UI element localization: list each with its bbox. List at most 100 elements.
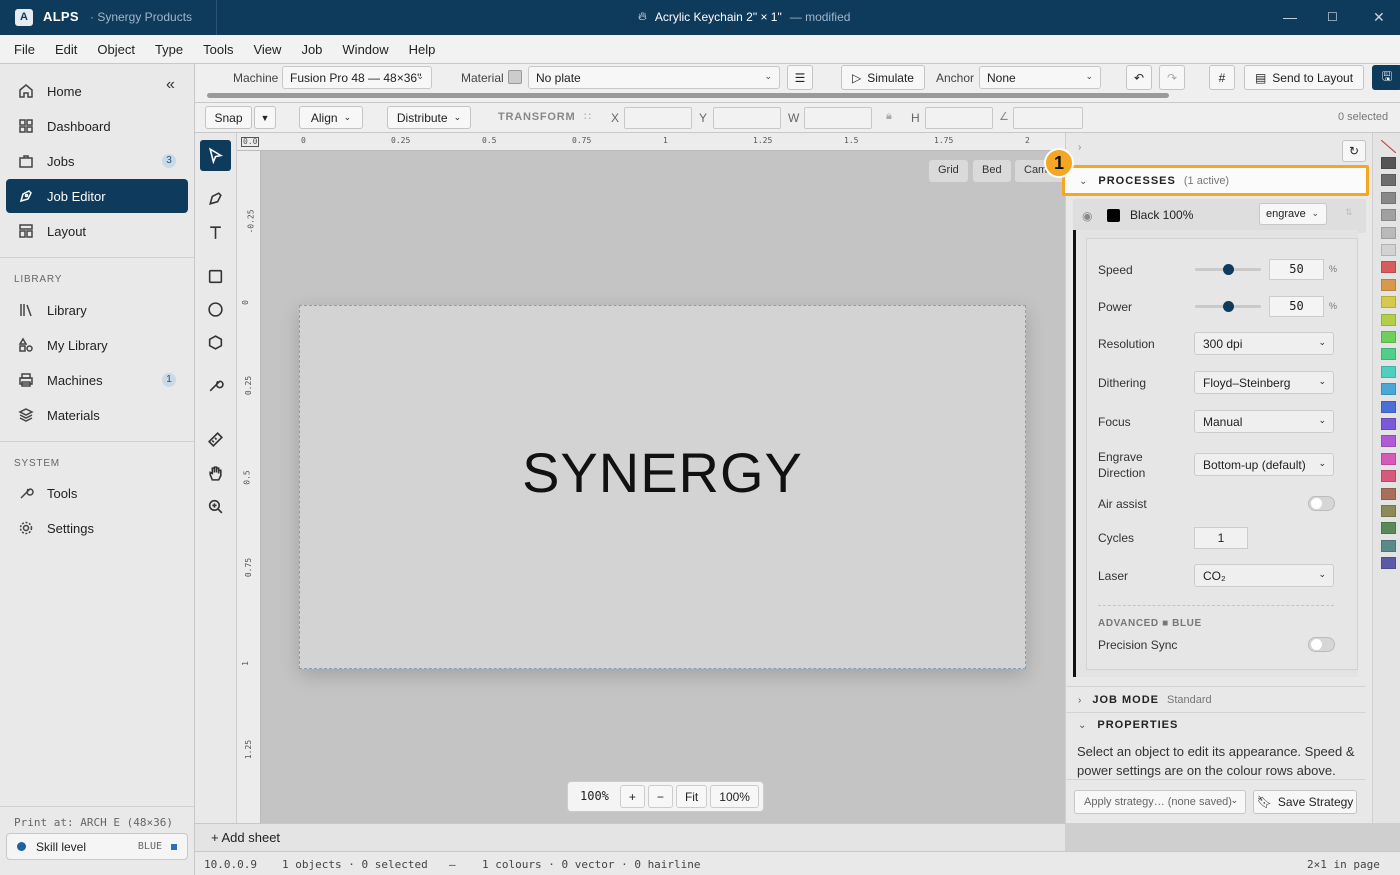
color-swatch[interactable]	[1381, 505, 1396, 517]
power-input[interactable]: 50	[1269, 296, 1324, 317]
color-swatch[interactable]	[1381, 174, 1396, 187]
material-select[interactable]: No plate ⌄	[528, 66, 780, 89]
menu-edit[interactable]: Edit	[55, 42, 77, 57]
sidebar-item-materials[interactable]: Materials	[6, 398, 188, 432]
color-swatch[interactable]	[1381, 383, 1396, 396]
snap-options-button[interactable]: ▼	[254, 106, 276, 129]
resolution-select[interactable]: 300 dpi ⌄	[1194, 332, 1334, 355]
power-slider[interactable]	[1195, 301, 1261, 312]
color-swatch[interactable]	[1381, 313, 1396, 326]
reorder-handle-icon[interactable]: ⇅	[1345, 207, 1353, 218]
color-swatch[interactable]	[1381, 487, 1396, 500]
toolbar-scrollbar[interactable]	[207, 93, 1169, 98]
color-swatch[interactable]	[1381, 365, 1396, 378]
color-swatch[interactable]	[1381, 470, 1396, 483]
color-swatch[interactable]	[1381, 331, 1396, 343]
lock-icon[interactable]: 🔒︎	[886, 110, 892, 123]
material-settings-button[interactable]: ☰	[787, 65, 813, 90]
text-tool[interactable]	[200, 217, 231, 248]
color-swatch[interactable]	[1381, 522, 1396, 535]
dithering-select[interactable]: Floyd–Steinberg ⌄	[1194, 371, 1334, 394]
wrench-tool[interactable]	[200, 370, 231, 401]
color-swatch[interactable]	[1381, 348, 1396, 361]
speed-slider-handle[interactable]	[1222, 264, 1234, 275]
color-swatch[interactable]	[1381, 261, 1396, 274]
grid-view-button[interactable]: Grid	[929, 160, 968, 182]
power-slider-handle[interactable]	[1222, 301, 1234, 312]
cycles-input[interactable]: 1	[1194, 527, 1248, 549]
distribute-button[interactable]: Distribute ⌄	[387, 106, 471, 129]
sidebar-item-tools[interactable]: Tools	[6, 476, 188, 510]
skill-level-selector[interactable]: Skill level BLUE	[6, 833, 188, 860]
w-input[interactable]	[804, 107, 872, 129]
y-input[interactable]	[713, 107, 781, 129]
color-swatch[interactable]	[1381, 226, 1396, 239]
h-input[interactable]	[925, 107, 993, 129]
menu-view[interactable]: View	[253, 42, 281, 57]
sidebar-item-dashboard[interactable]: Dashboard	[6, 109, 188, 143]
sidebar-item-settings[interactable]: Settings	[6, 511, 188, 545]
close-icon[interactable]: ✕	[1373, 9, 1385, 26]
sidebar-item-job-editor[interactable]: Job Editor	[6, 179, 188, 213]
focus-select[interactable]: Manual ⌄	[1194, 410, 1334, 433]
menu-type[interactable]: Type	[155, 42, 183, 57]
menu-tools[interactable]: Tools	[203, 42, 233, 57]
sidebar-item-jobs[interactable]: Jobs 3	[6, 144, 188, 178]
sidebar-item-my-library[interactable]: My Library	[6, 328, 188, 362]
menu-job[interactable]: Job	[301, 42, 322, 57]
menu-help[interactable]: Help	[409, 42, 436, 57]
properties-header[interactable]: ⌄ PROPERTIES	[1066, 713, 1366, 737]
color-swatch[interactable]	[1381, 539, 1396, 552]
minimize-icon[interactable]: —	[1283, 9, 1297, 25]
sidebar-item-layout[interactable]: Layout	[6, 214, 188, 248]
artboard-sheet[interactable]: SYNERGY	[299, 305, 1026, 669]
engrave-direction-select[interactable]: Bottom-up (default) ⌄	[1194, 453, 1334, 476]
zoom-fit-button[interactable]: Fit	[675, 785, 708, 808]
color-swatch[interactable]	[1381, 418, 1396, 430]
pen-tool[interactable]	[200, 183, 231, 214]
simulate-button[interactable]: ▷ Simulate	[841, 65, 925, 90]
send-to-layout-button[interactable]: ▤ Send to Layout	[1244, 65, 1364, 90]
job-mode-header[interactable]: › JOB MODE Standard	[1066, 688, 1366, 712]
machine-select[interactable]: Fusion Pro 48 — 48×36" ⌄	[282, 66, 432, 89]
align-button[interactable]: Align ⌄	[299, 106, 363, 129]
material-swatch[interactable]	[508, 70, 522, 84]
speed-slider[interactable]	[1195, 264, 1261, 275]
measure-tool[interactable]	[200, 424, 231, 455]
sidebar-item-library[interactable]: Library	[6, 293, 188, 327]
rotation-input[interactable]	[1013, 107, 1083, 129]
processes-header[interactable]: ⌄ PROCESSES (1 active)	[1067, 169, 1367, 193]
menu-file[interactable]: File	[14, 42, 35, 57]
process-row[interactable]: ◉ Black 100% engrave ⌄ ⇅	[1073, 199, 1366, 233]
expand-panel-icon[interactable]: ›	[1078, 142, 1081, 153]
zoom-out-button[interactable]: −	[647, 785, 673, 808]
save-strategy-button[interactable]: 🔖︎ Save Strategy	[1253, 790, 1357, 814]
no-color-swatch[interactable]	[1381, 140, 1396, 153]
color-swatch[interactable]	[1381, 452, 1396, 465]
sidebar-item-machines[interactable]: Machines 1	[6, 363, 188, 397]
processes-highlight[interactable]: ⌄ PROCESSES (1 active)	[1062, 165, 1369, 196]
rectangle-tool[interactable]	[200, 261, 231, 292]
color-swatch[interactable]	[1381, 157, 1396, 169]
color-swatch[interactable]	[1381, 296, 1396, 309]
sidebar-item-home[interactable]: Home	[6, 74, 188, 108]
refresh-button[interactable]: ↻	[1342, 140, 1366, 162]
air-assist-toggle[interactable]	[1308, 496, 1335, 511]
snap-button[interactable]: Snap	[205, 106, 252, 129]
color-swatch[interactable]	[1381, 244, 1396, 256]
zoom-tool[interactable]	[200, 491, 231, 522]
color-swatch[interactable]	[1381, 278, 1396, 291]
select-tool[interactable]	[200, 140, 231, 171]
anchor-grid-icon[interactable]: ∷	[584, 110, 591, 123]
process-mode-select[interactable]: engrave ⌄	[1259, 203, 1327, 225]
redo-button[interactable]: ↷	[1159, 65, 1185, 90]
ellipse-tool[interactable]	[200, 294, 231, 325]
precision-sync-toggle[interactable]	[1308, 637, 1335, 652]
speed-input[interactable]: 50	[1269, 259, 1324, 280]
zoom-reset-button[interactable]: 100%	[710, 785, 759, 808]
x-input[interactable]	[624, 107, 692, 129]
apply-strategy-select[interactable]: Apply strategy… (none saved) ⌄	[1074, 790, 1246, 814]
canvas-area[interactable]: 0.0 0 0.25 0.5 0.75 1 1.25 1.5 1.75 2 -0…	[237, 133, 1065, 823]
laser-select[interactable]: CO₂ ⌄	[1194, 564, 1334, 587]
zoom-in-button[interactable]: +	[619, 785, 645, 808]
